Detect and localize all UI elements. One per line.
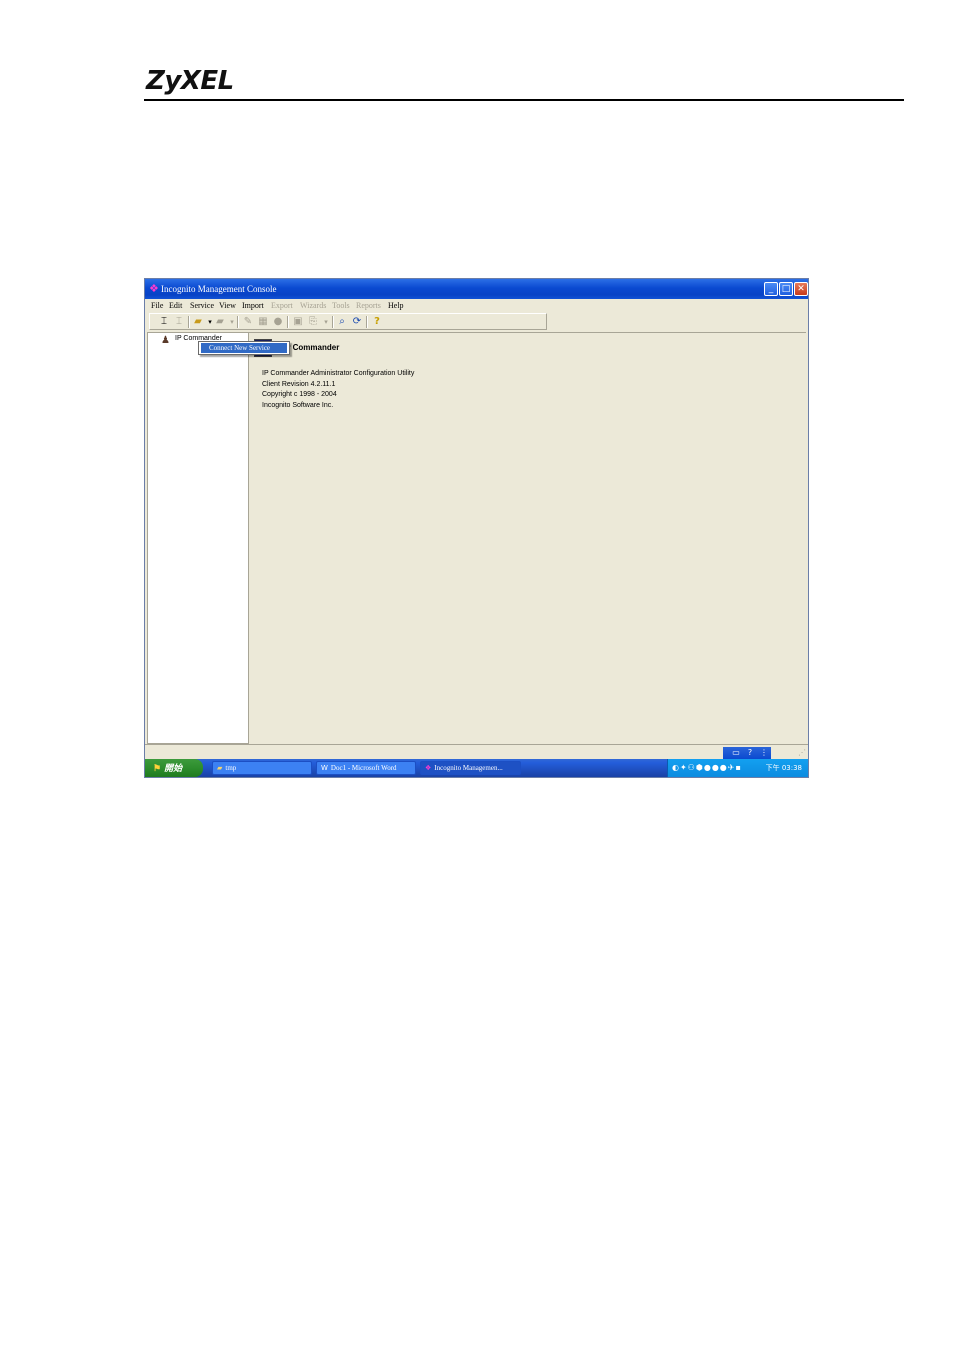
start-button[interactable]: ⚑ 開始 bbox=[145, 759, 203, 777]
toolbar: ⌶ ⌶ ▰ ▾ ▰ ▾ ✎ ▦ ● ▣ ⎘ ▾ ⌕ ⟳ ? bbox=[149, 313, 547, 330]
windows-flag-icon: ⚑ bbox=[153, 763, 162, 773]
connect-icon[interactable]: ⌶ bbox=[158, 316, 170, 328]
menu-service[interactable]: Service bbox=[190, 299, 214, 312]
taskbar: ⚑ 開始 ▰ tmp W Doc1 - Microsoft Word ❖ Incogni… bbox=[145, 759, 808, 777]
menu-import[interactable]: Import bbox=[242, 299, 264, 312]
zyxel-logo: ZyXEL bbox=[146, 66, 234, 96]
context-menu: Connect New Service bbox=[198, 341, 290, 355]
incognito-app-icon: ❖ bbox=[149, 283, 159, 295]
taskbar-item-incognito[interactable]: ❖ Incognito Managemen... bbox=[420, 761, 521, 775]
app-window: ❖ Incognito Management Console _ □ ✕ Fil… bbox=[144, 278, 809, 778]
dropdown-arrow-icon[interactable]: ▾ bbox=[320, 316, 332, 328]
word-icon: W bbox=[321, 764, 328, 772]
resize-grip-icon[interactable]: ⋰ bbox=[798, 748, 806, 758]
grid-icon[interactable]: ▦ bbox=[257, 316, 269, 328]
status-bar: ▭ ? ⋮ ⋰ bbox=[145, 744, 808, 759]
title-bar[interactable]: ❖ Incognito Management Console _ □ ✕ bbox=[145, 279, 808, 299]
menu-reports[interactable]: Reports bbox=[356, 299, 381, 312]
menu-wizards[interactable]: Wizards bbox=[300, 299, 326, 312]
ip-commander-icon: ♟ bbox=[161, 335, 170, 346]
menu-file[interactable]: File bbox=[151, 299, 163, 312]
disconnect-icon[interactable]: ⌶ bbox=[173, 316, 185, 328]
edit-pencil-icon[interactable]: ✎ bbox=[242, 316, 254, 328]
maximize-button[interactable]: □ bbox=[779, 282, 793, 296]
app-name: IP Commander bbox=[283, 343, 340, 352]
print-icon[interactable]: ▰ bbox=[214, 316, 226, 328]
system-tray: ◐✦⚇⬢●●●✈▪ 下午 03:38 bbox=[667, 759, 808, 777]
options-icon[interactable]: ⋮ bbox=[759, 748, 769, 758]
toolbar-separator bbox=[237, 316, 239, 328]
taskbar-item-word[interactable]: W Doc1 - Microsoft Word bbox=[316, 761, 416, 775]
about-company: Incognito Software Inc. bbox=[262, 402, 334, 409]
incognito-icon: ❖ bbox=[425, 764, 432, 772]
menu-view[interactable]: View bbox=[219, 299, 236, 312]
comment-icon[interactable]: ● bbox=[272, 316, 284, 328]
about-copyright: Copyright c 1998 - 2004 bbox=[262, 391, 337, 398]
header-rule bbox=[144, 99, 904, 101]
language-bar[interactable]: ▭ ? ⋮ bbox=[723, 747, 771, 759]
menu-tools[interactable]: Tools bbox=[332, 299, 350, 312]
toolbar-separator bbox=[332, 316, 334, 328]
menu-bar: File Edit Service View Import Export Wiz… bbox=[145, 299, 808, 312]
open-folder-icon[interactable]: ▰ bbox=[192, 316, 204, 328]
export-icon[interactable]: ⎘ bbox=[307, 316, 319, 328]
toolbar-separator bbox=[287, 316, 289, 328]
toolbar-separator bbox=[188, 316, 190, 328]
minimize-button[interactable]: _ bbox=[764, 282, 778, 296]
toolbar-separator bbox=[366, 316, 368, 328]
window-title: Incognito Management Console bbox=[161, 284, 277, 294]
image-icon[interactable]: ▣ bbox=[292, 316, 304, 328]
folder-icon: ▰ bbox=[217, 764, 223, 772]
help-icon[interactable]: ? bbox=[371, 316, 383, 328]
menu-edit[interactable]: Edit bbox=[169, 299, 182, 312]
tree-pane[interactable]: ♟ IP Commander bbox=[147, 332, 249, 744]
refresh-icon[interactable]: ⟳ bbox=[351, 316, 363, 328]
search-icon[interactable]: ⌕ bbox=[336, 316, 348, 328]
close-button[interactable]: ✕ bbox=[794, 282, 808, 296]
connect-new-service-menu-item[interactable]: Connect New Service bbox=[201, 343, 287, 353]
clock[interactable]: 下午 03:38 bbox=[766, 759, 802, 777]
keyboard-icon[interactable]: ▭ bbox=[731, 748, 741, 758]
menu-export[interactable]: Export bbox=[271, 299, 293, 312]
about-description: IP Commander Administrator Configuration… bbox=[262, 370, 415, 377]
tray-icons[interactable]: ◐✦⚇⬢●●●✈▪ bbox=[672, 762, 742, 774]
help-icon[interactable]: ? bbox=[745, 748, 755, 758]
menu-help[interactable]: Help bbox=[388, 299, 404, 312]
about-revision: Client Revision 4.2.11.1 bbox=[262, 381, 336, 388]
taskbar-item-tmp[interactable]: ▰ tmp bbox=[212, 761, 312, 775]
start-label: 開始 bbox=[164, 763, 183, 773]
details-pane: IP Commander IP Commander Administrator … bbox=[249, 332, 806, 744]
